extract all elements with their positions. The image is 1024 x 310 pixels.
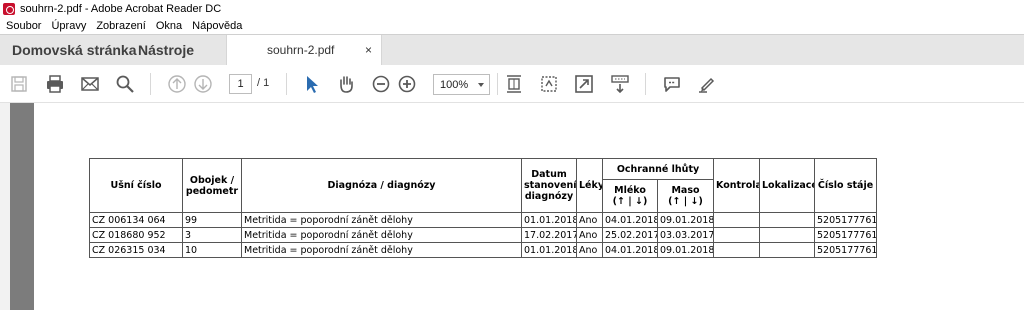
table-row: CZ 006134 064 99 Metritida = poporodní z… [89, 212, 877, 228]
cell-location [759, 242, 815, 258]
chevron-down-icon [478, 83, 484, 87]
cell-collar: 3 [182, 227, 242, 243]
cell-meat: 09.01.2018 [657, 212, 714, 228]
header-date: Datum stanovení diagnózy [521, 158, 577, 213]
tab-tools[interactable]: Nástroje [138, 35, 226, 65]
menu-item-edit[interactable]: Úpravy [46, 20, 91, 32]
cell-control [713, 227, 760, 243]
window-title: souhrn-2.pdf - Adobe Acrobat Reader DC [20, 3, 222, 15]
cell-collar: 10 [182, 242, 242, 258]
full-screen-icon[interactable] [573, 73, 595, 95]
header-milk: Mléko (↑ | ↓) [602, 179, 658, 213]
comment-icon[interactable] [661, 73, 683, 95]
tab-bar: Domovská stránka Nástroje souhrn-2.pdf × [0, 34, 1024, 65]
header-control: Kontrola [713, 158, 760, 213]
table-row: CZ 026315 034 10 Metritida = poporodní z… [89, 242, 877, 258]
cell-control [713, 212, 760, 228]
header-milk-sort: (↑ | ↓) [612, 196, 648, 207]
fit-page-icon[interactable] [503, 73, 525, 95]
zoom-out-icon[interactable] [370, 73, 392, 95]
tab-home[interactable]: Domovská stránka [0, 35, 138, 65]
cell-ear-number: CZ 018680 952 [89, 227, 183, 243]
header-milk-label: Mléko [614, 185, 646, 196]
cell-drugs: Ano [576, 212, 603, 228]
tab-document[interactable]: souhrn-2.pdf × [226, 35, 382, 65]
cell-milk: 04.01.2018 [602, 212, 658, 228]
menu-item-file[interactable]: Soubor [0, 20, 46, 32]
rotate-view-icon[interactable] [538, 73, 560, 95]
toolbar-separator [645, 73, 646, 95]
header-location: Lokalizace [759, 158, 815, 213]
cell-meat: 03.03.2017 [657, 227, 714, 243]
cell-location [759, 212, 815, 228]
cell-diagnosis: Metritida = poporodní zánět dělohy [241, 212, 522, 228]
zoom-in-icon[interactable] [396, 73, 418, 95]
header-drugs: Léky [576, 158, 603, 213]
header-meat: Maso (↑ | ↓) [657, 179, 714, 213]
document-viewer: Ušní číslo Obojek / pedometr Diagnóza / … [0, 103, 1024, 310]
header-stable-number: Číslo stáje [814, 158, 877, 213]
toolbar-separator [150, 73, 151, 95]
pdf-page: Ušní číslo Obojek / pedometr Diagnóza / … [34, 103, 1024, 310]
left-panel-edge [0, 103, 10, 310]
header-protection-period: Ochranné lhůty [602, 158, 714, 180]
toolbar-separator [497, 73, 498, 95]
menu-item-window[interactable]: Okna [151, 20, 187, 32]
cell-date: 01.01.2018 [521, 242, 577, 258]
cell-date: 17.02.2017 [521, 227, 577, 243]
cell-drugs: Ano [576, 227, 603, 243]
previous-page-icon[interactable] [166, 73, 188, 95]
zoom-level-value: 100% [440, 78, 469, 91]
close-tab-icon[interactable]: × [365, 44, 372, 56]
highlight-pen-icon[interactable] [696, 73, 718, 95]
cell-ear-number: CZ 026315 034 [89, 242, 183, 258]
header-diagnosis: Diagnóza / diagnózy [241, 158, 522, 213]
email-icon[interactable] [79, 73, 101, 95]
hand-tool-icon[interactable] [335, 73, 357, 95]
cell-collar: 99 [182, 212, 242, 228]
cell-ear-number: CZ 006134 064 [89, 212, 183, 228]
menu-item-view[interactable]: Zobrazení [91, 20, 151, 32]
document-tab-label: souhrn-2.pdf [267, 43, 335, 57]
summary-table: Ušní číslo Obojek / pedometr Diagnóza / … [89, 158, 877, 258]
select-cursor-icon[interactable] [300, 73, 322, 95]
menu-item-help[interactable]: Nápověda [187, 20, 247, 32]
cell-milk: 04.01.2018 [602, 242, 658, 258]
title-bar: souhrn-2.pdf - Adobe Acrobat Reader DC [0, 0, 1024, 18]
cell-drugs: Ano [576, 242, 603, 258]
print-icon[interactable] [44, 73, 66, 95]
header-ear-number: Ušní číslo [89, 158, 183, 213]
cell-stable-number: 5205177761 [814, 227, 877, 243]
cell-stable-number: 5205177761 [814, 242, 877, 258]
table-row: CZ 018680 952 3 Metritida = poporodní zá… [89, 227, 877, 243]
zoom-level-select[interactable]: 100% [433, 74, 490, 95]
page-total-label: / 1 [257, 77, 270, 89]
save-icon[interactable] [8, 73, 30, 95]
header-meat-label: Maso [671, 185, 700, 196]
acrobat-app-icon [3, 3, 15, 15]
search-icon[interactable] [114, 73, 136, 95]
page-number-input[interactable]: 1 [229, 74, 252, 94]
header-collar: Obojek / pedometr [182, 158, 242, 213]
cell-meat: 09.01.2018 [657, 242, 714, 258]
cell-diagnosis: Metritida = poporodní zánět dělohy [241, 227, 522, 243]
menu-bar: Soubor Úpravy Zobrazení Okna Nápověda [0, 18, 1024, 34]
toolbar: 1 / 1 100% [0, 65, 1024, 103]
left-panel-divider[interactable] [10, 103, 34, 310]
cell-stable-number: 5205177761 [814, 212, 877, 228]
scroll-mode-icon[interactable] [609, 73, 631, 95]
cell-date: 01.01.2018 [521, 212, 577, 228]
cell-milk: 25.02.2017 [602, 227, 658, 243]
cell-diagnosis: Metritida = poporodní zánět dělohy [241, 242, 522, 258]
cell-control [713, 242, 760, 258]
header-meat-sort: (↑ | ↓) [668, 196, 703, 207]
next-page-icon[interactable] [192, 73, 214, 95]
cell-location [759, 227, 815, 243]
toolbar-separator [286, 73, 287, 95]
